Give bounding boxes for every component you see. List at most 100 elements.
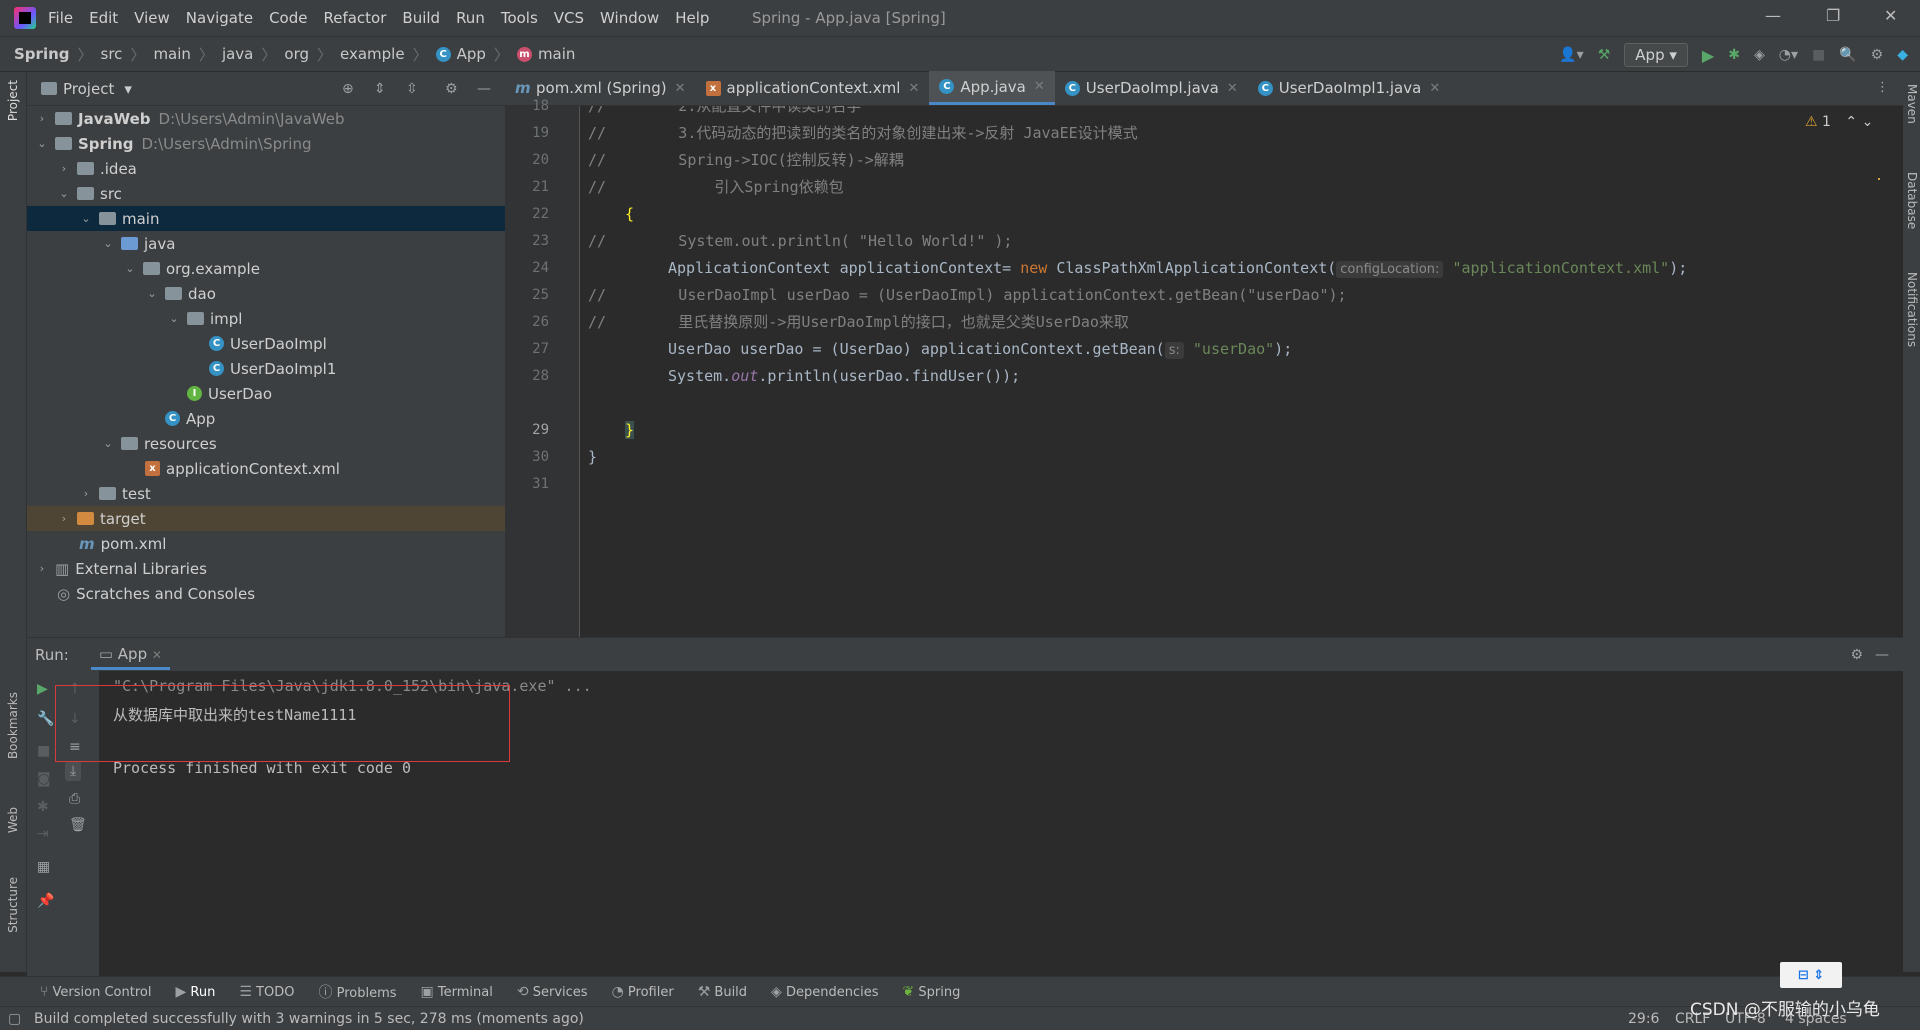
tree-item-dao[interactable]: ⌄ dao (27, 281, 505, 306)
run-configuration-select[interactable]: App ▾ (1624, 43, 1688, 67)
profiler-tool-button[interactable]: ◔ Profiler (612, 984, 674, 1000)
todo-tool-button[interactable]: ☰ TODO (239, 984, 294, 1000)
tree-item-impl[interactable]: ⌄ impl (27, 306, 505, 331)
profile-icon[interactable]: ◔▾ (1779, 47, 1798, 63)
search-icon[interactable]: 🔍 (1839, 47, 1856, 63)
tree-item-test[interactable]: › test (27, 481, 505, 506)
breadcrumb-spring[interactable]: Spring (14, 45, 70, 63)
ime-indicator-icon[interactable]: ⊟ ⇕ (1780, 962, 1842, 988)
stop-run-icon[interactable]: ■ (37, 743, 50, 759)
breadcrumb-main[interactable]: main (153, 45, 190, 63)
expand-all-icon[interactable]: ⇕ (374, 81, 386, 97)
status-message[interactable]: Build completed successfully with 3 warn… (34, 1011, 584, 1027)
caret-position[interactable]: 29:6 (1628, 1011, 1659, 1027)
tree-item-main[interactable]: ⌄ main (27, 206, 505, 231)
close-tab-icon[interactable]: ✕ (1429, 81, 1440, 96)
maven-tool-button[interactable]: Maven (1905, 84, 1919, 124)
menu-refactor[interactable]: Refactor (323, 9, 386, 27)
notifications-tool-button[interactable]: Notifications (1905, 272, 1919, 347)
dependencies-tool-button[interactable]: ◈ Dependencies (771, 984, 878, 1000)
menu-edit[interactable]: Edit (89, 9, 118, 27)
menu-window[interactable]: Window (600, 9, 659, 27)
close-run-tab-icon[interactable]: ✕ (152, 648, 162, 662)
run-tool-button[interactable]: ▶ Run (175, 984, 215, 1000)
tab-options-icon[interactable]: ⋮ (1876, 80, 1889, 95)
spring-tool-button[interactable]: ❦ Spring (903, 984, 961, 1000)
run-icon[interactable]: ▶ (1702, 46, 1714, 65)
tab-app-java[interactable]: C App.java ✕ (929, 71, 1055, 105)
tree-item-target[interactable]: › target (27, 506, 505, 531)
code-editor[interactable]: // 2.从配置文件中读类的名字 // 3.代码动态的把读到的类名的对象创建出来… (580, 106, 1880, 637)
close-tab-icon[interactable]: ✕ (908, 81, 919, 96)
breadcrumb-method[interactable]: main (538, 45, 575, 63)
menu-file[interactable]: File (48, 9, 73, 27)
toggle-tool-windows-icon[interactable]: ▢ (8, 1011, 21, 1027)
problems-tool-button[interactable]: ⓘ Problems (318, 982, 396, 1002)
project-tool-button[interactable]: Project (6, 80, 20, 121)
scroll-to-end-icon[interactable]: ⤓ (65, 761, 82, 781)
services-tool-button[interactable]: ⟲ Services (517, 984, 588, 1000)
tree-item-scratches[interactable]: ◎ Scratches and Consoles (27, 581, 505, 606)
debug-icon[interactable]: ✱ (1728, 47, 1740, 63)
breadcrumb-java[interactable]: java (222, 45, 253, 63)
account-icon[interactable]: 👤▾ (1559, 47, 1583, 63)
project-view-dropdown-icon[interactable]: ▾ (124, 80, 132, 98)
tab-userdaoimpl-java[interactable]: C UserDaoImpl.java ✕ (1055, 71, 1248, 105)
tree-item-resources[interactable]: ⌄ resources (27, 431, 505, 456)
menu-code[interactable]: Code (269, 9, 307, 27)
hide-panel-icon[interactable]: — (477, 81, 491, 97)
collapse-all-icon[interactable]: ⇳ (406, 81, 418, 97)
structure-tool-button[interactable]: Structure (6, 877, 20, 933)
menu-run[interactable]: Run (456, 9, 485, 27)
menu-view[interactable]: View (134, 9, 170, 27)
close-tab-icon[interactable]: ✕ (1227, 81, 1238, 96)
tree-item-spring[interactable]: ⌄ Spring D:\Users\Admin\Spring (27, 131, 505, 156)
settings-gear-icon[interactable]: ⚙ (1871, 47, 1884, 63)
restore-icon[interactable]: ❐ (1826, 6, 1840, 25)
stop-icon[interactable]: ■ (1812, 47, 1825, 63)
breadcrumb-app[interactable]: App (457, 45, 486, 63)
modify-config-wrench-icon[interactable]: 🔧 (37, 711, 54, 727)
tree-item-app[interactable]: C App (27, 406, 505, 431)
menu-tools[interactable]: Tools (501, 9, 538, 27)
breadcrumb-org[interactable]: org (284, 45, 309, 63)
project-panel-title[interactable]: Project (63, 80, 114, 98)
minimize-icon[interactable]: — (1765, 6, 1781, 25)
database-tool-button[interactable]: Database (1905, 172, 1919, 229)
tree-item-idea[interactable]: › .idea (27, 156, 505, 181)
version-control-tool-button[interactable]: ⑂ Version Control (40, 984, 151, 1000)
breadcrumb-example[interactable]: example (340, 45, 405, 63)
print-icon[interactable]: ⎙ (69, 791, 80, 807)
close-tab-icon[interactable]: ✕ (675, 81, 686, 96)
inspection-widget[interactable]: ⚠ 1 ⌃ ⌄ (1805, 114, 1873, 130)
tab-applicationcontext-xml[interactable]: x applicationContext.xml ✕ (696, 71, 930, 105)
snapshot-icon[interactable]: ◙ (37, 771, 51, 787)
menu-build[interactable]: Build (402, 9, 440, 27)
tree-item-java[interactable]: ⌄ java (27, 231, 505, 256)
web-tool-button[interactable]: Web (6, 807, 20, 833)
terminal-tool-button[interactable]: ▣ Terminal (421, 984, 493, 1000)
tree-item-applicationcontext-xml[interactable]: x applicationContext.xml (27, 456, 505, 481)
bookmarks-tool-button[interactable]: Bookmarks (6, 692, 20, 759)
tree-item-userdaoimpl[interactable]: C UserDaoImpl (27, 331, 505, 356)
close-tab-icon[interactable]: ✕ (1034, 79, 1045, 94)
menu-vcs[interactable]: VCS (554, 9, 584, 27)
run-tab-app[interactable]: ▭ App ✕ (90, 639, 170, 670)
exit-icon[interactable]: ⇥ (37, 826, 49, 842)
debug-run-icon[interactable]: ✱ (37, 799, 49, 815)
coverage-icon[interactable]: ◈ (1754, 47, 1765, 63)
tree-item-org-example[interactable]: ⌄ org.example (27, 256, 505, 281)
tree-item-userdao[interactable]: I UserDao (27, 381, 505, 406)
run-settings-gear-icon[interactable]: ⚙ (1850, 647, 1863, 663)
clear-all-trash-icon[interactable]: 🗑 (69, 817, 87, 833)
tree-item-src[interactable]: ⌄ src (27, 181, 505, 206)
tree-item-external-libraries[interactable]: › ▥ External Libraries (27, 556, 505, 581)
build-hammer-icon[interactable]: ⚒ (1598, 47, 1611, 63)
panel-options-gear-icon[interactable]: ⚙ (445, 81, 458, 97)
rerun-icon[interactable]: ▶ (37, 681, 48, 697)
tree-item-pom-xml[interactable]: m pom.xml (27, 531, 505, 556)
close-icon[interactable]: ✕ (1884, 6, 1897, 25)
layout-icon[interactable]: ▦ (37, 859, 50, 875)
tree-item-javaweb[interactable]: › JavaWeb D:\Users\Admin\JavaWeb (27, 106, 505, 131)
breadcrumb-src[interactable]: src (101, 45, 123, 63)
